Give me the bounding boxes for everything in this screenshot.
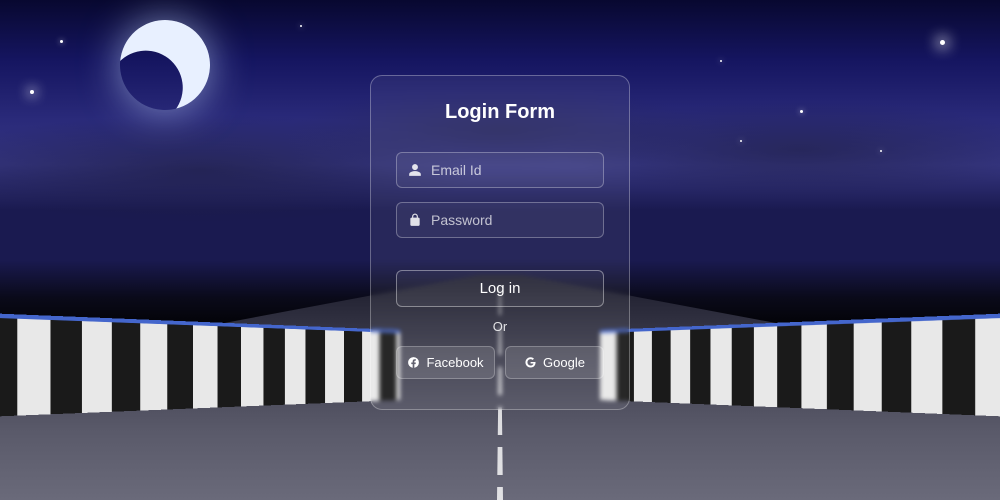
or-separator: Or bbox=[493, 319, 507, 334]
user-icon bbox=[408, 163, 422, 177]
facebook-button[interactable]: Facebook bbox=[396, 346, 495, 379]
star-icon bbox=[940, 40, 945, 45]
star-icon bbox=[60, 40, 63, 43]
star-icon bbox=[880, 150, 882, 152]
password-input-group bbox=[396, 202, 604, 238]
page-title: Login Form bbox=[445, 101, 555, 124]
password-field[interactable] bbox=[396, 202, 604, 238]
login-form-card: Login Form Log in Or Facebook Google bbox=[370, 75, 630, 410]
star-icon bbox=[740, 140, 742, 142]
star-icon bbox=[300, 25, 302, 27]
email-input-group bbox=[396, 152, 604, 188]
lock-icon bbox=[408, 213, 422, 227]
facebook-icon bbox=[407, 356, 420, 369]
star-icon bbox=[720, 60, 722, 62]
star-icon bbox=[30, 90, 34, 94]
google-button[interactable]: Google bbox=[505, 346, 604, 379]
google-icon bbox=[524, 356, 537, 369]
star-icon bbox=[800, 110, 803, 113]
login-button[interactable]: Log in bbox=[396, 270, 604, 307]
facebook-label: Facebook bbox=[426, 355, 483, 370]
email-field[interactable] bbox=[396, 152, 604, 188]
social-buttons-row: Facebook Google bbox=[396, 346, 604, 379]
google-label: Google bbox=[543, 355, 585, 370]
